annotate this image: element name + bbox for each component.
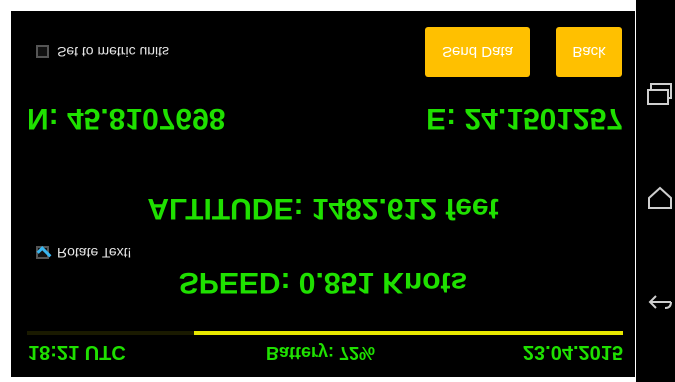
altitude-readout: ALTITUDE: 1482.612 feet: [147, 192, 499, 225]
recent-apps-icon[interactable]: [647, 82, 673, 106]
back-label: Back: [572, 43, 606, 61]
back-button[interactable]: Back: [556, 27, 622, 77]
send-data-button[interactable]: Send Data: [425, 27, 530, 77]
battery-bar: [27, 331, 623, 335]
north-coordinate: N: 45.8107698: [27, 102, 226, 135]
battery-bar-fill: [193, 331, 623, 335]
send-data-label: Send Data: [442, 43, 513, 61]
east-coordinate: E: 24.1501257: [426, 102, 623, 135]
time-readout: 18:21 UTC: [28, 341, 126, 363]
rotate-text-checkbox[interactable]: Rotate Text!: [36, 245, 131, 261]
home-icon[interactable]: [647, 186, 673, 214]
metric-units-checkbox[interactable]: Set to metric units: [36, 44, 169, 60]
date-readout: 23.04.2015: [522, 341, 623, 363]
battery-readout: Battery: 72%: [266, 343, 376, 363]
system-navigation-bar: [636, 0, 675, 382]
checkbox-unchecked-icon: [36, 45, 49, 59]
app-screen: 18:21 UTC Battery: 72% 23.04.2015 SPEED:…: [11, 11, 635, 377]
metric-units-label: Set to metric units: [57, 44, 170, 60]
speed-readout: SPEED: 0.851 Knots: [178, 266, 468, 299]
checkbox-checked-icon: [36, 246, 49, 260]
upside-down-content: 18:21 UTC Battery: 72% 23.04.2015 SPEED:…: [11, 11, 635, 377]
rotate-text-label: Rotate Text!: [57, 245, 132, 261]
back-icon[interactable]: [647, 292, 673, 312]
